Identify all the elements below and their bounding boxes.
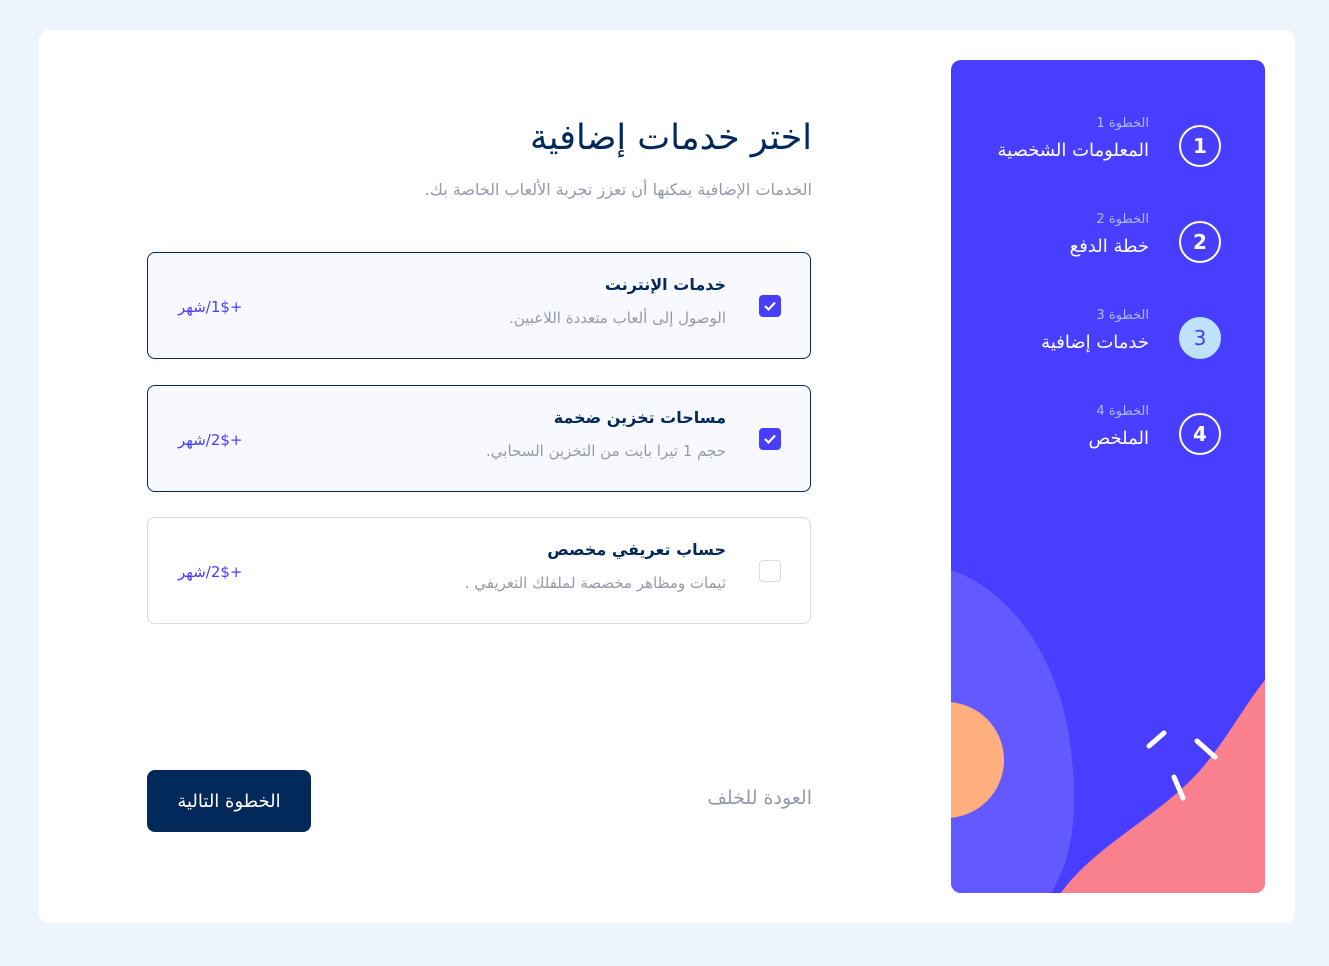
step-title: خطة الدفع — [1069, 236, 1149, 257]
step-number: 4 — [1179, 413, 1221, 455]
addon-larger-storage[interactable]: مساحات تخزين ضخمة حجم 1 تيرا بايت من الت… — [147, 385, 811, 492]
steps-sidebar: 1 الخطوة 1 المعلومات الشخصية 2 الخطوة 2 … — [951, 60, 1265, 893]
addon-online-service[interactable]: خدمات الإنترنت الوصول إلى ألعاب متعددة ا… — [147, 252, 811, 359]
step-title: المعلومات الشخصية — [997, 140, 1149, 161]
checkmark-icon — [764, 434, 776, 444]
addon-price: +2$/شهر — [178, 431, 243, 449]
addon-description: حجم 1 تيرا بايت من التخزين السحابي. — [486, 442, 726, 460]
addon-description: الوصول إلى ألعاب متعددة اللاعبين. — [509, 309, 726, 327]
addon-checkbox[interactable] — [759, 295, 781, 317]
step-number: 2 — [1179, 221, 1221, 263]
addon-description: ثيمات ومظاهر مخصصة لملفلك التعريفي . — [464, 574, 726, 592]
next-step-button[interactable]: الخطوة التالية — [147, 770, 311, 832]
page-title: اختر خدمات إضافية — [529, 118, 812, 158]
page-subtitle: الخدمات الإضافية يمكنها أن تعزز تجربة ال… — [424, 180, 812, 199]
step-label: الخطوة 3 — [1096, 308, 1149, 323]
step-label: الخطوة 4 — [1096, 404, 1149, 419]
addon-name: خدمات الإنترنت — [604, 275, 726, 294]
step-2[interactable]: 2 الخطوة 2 خطة الدفع — [961, 212, 1221, 276]
addon-name: مساحات تخزين ضخمة — [553, 408, 726, 427]
go-back-button[interactable]: العودة للخلف — [707, 787, 812, 809]
step-label: الخطوة 1 — [1096, 116, 1149, 131]
step-3[interactable]: 3 الخطوة 3 خدمات إضافية — [961, 308, 1221, 372]
step-label: الخطوة 2 — [1096, 212, 1149, 227]
sidebar-decoration — [951, 570, 1265, 893]
step-1[interactable]: 1 الخطوة 1 المعلومات الشخصية — [961, 116, 1221, 180]
step-title: خدمات إضافية — [1041, 332, 1149, 353]
addon-name: حساب تعريفي مخصص — [547, 540, 726, 559]
step-title: الملخص — [1088, 428, 1149, 449]
addon-checkbox[interactable] — [759, 560, 781, 582]
addon-checkbox[interactable] — [759, 428, 781, 450]
step-number: 1 — [1179, 125, 1221, 167]
step-number: 3 — [1179, 317, 1221, 359]
step-4[interactable]: 4 الخطوة 4 الملخص — [961, 404, 1221, 468]
addon-price: +2$/شهر — [178, 563, 243, 581]
addon-custom-profile[interactable]: حساب تعريفي مخصص ثيمات ومظاهر مخصصة لملف… — [147, 517, 811, 624]
addon-price: +1$/شهر — [178, 298, 243, 316]
checkmark-icon — [764, 301, 776, 311]
